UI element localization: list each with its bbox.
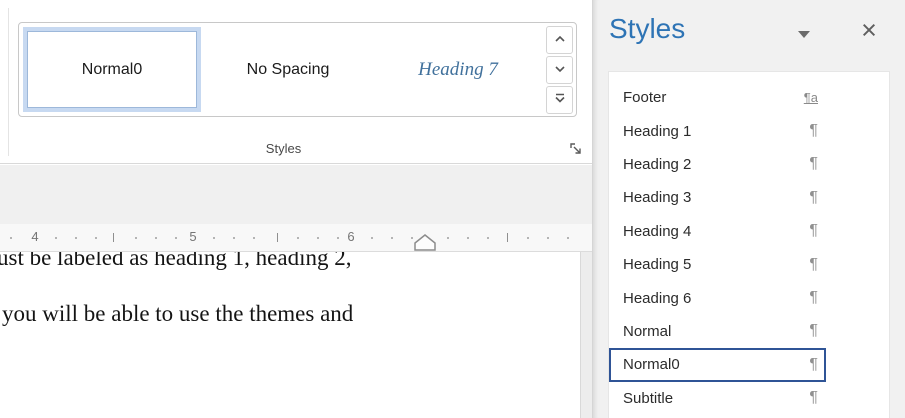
style-list-item-heading-4[interactable]: Heading 4 ¶ (609, 215, 826, 248)
ruler-dot-tick (135, 237, 137, 239)
style-list-item-footer[interactable]: Footer ¶a (609, 81, 826, 114)
styles-dialog-launcher-button[interactable] (569, 142, 585, 158)
ruler-dot-tick (75, 237, 77, 239)
paragraph-style-icon: ¶ (809, 356, 818, 374)
gallery-item-label: Normal0 (82, 61, 142, 79)
ruler-dot-tick (175, 237, 177, 239)
document-text-line: ust be labeled as heading 1, heading 2, (0, 252, 351, 272)
styles-task-pane: Styles × Footer¶aHeading 1¶Heading 2¶Hea… (592, 0, 905, 418)
ruler-dot-tick (213, 237, 215, 239)
paragraph-style-icon: ¶ (809, 289, 818, 307)
gallery-item-heading7[interactable]: Heading 7 (373, 23, 543, 116)
style-name: Footer (609, 89, 666, 106)
ruler-dot-tick (297, 237, 299, 239)
ruler-dot-tick (95, 237, 97, 239)
ribbon-group-separator (8, 8, 9, 156)
styles-pane-title: Styles (609, 13, 685, 45)
style-list-item-heading-2[interactable]: Heading 2 ¶ (609, 148, 826, 181)
ruler-inch-label: 6 (347, 229, 354, 244)
style-name: Heading 1 (609, 123, 691, 140)
style-name: Normal (609, 323, 671, 340)
style-list-item-heading-3[interactable]: Heading 3 ¶ (609, 181, 826, 214)
vertical-scrollbar-track[interactable] (580, 252, 592, 418)
paragraph-style-icon: ¶ (809, 189, 818, 207)
ribbon-styles-group: Normal0 No Spacing Heading 7 (0, 0, 592, 164)
ruler-dot-tick (55, 237, 57, 239)
chevron-up-icon (553, 31, 567, 49)
ruler-dot-tick (155, 237, 157, 239)
style-name: Subtitle (609, 390, 673, 407)
style-list-item-subtitle[interactable]: Subtitle ¶ (609, 382, 826, 415)
ruler-dot-tick (337, 237, 339, 239)
pane-options-button[interactable] (791, 22, 817, 46)
gallery-more-icon (553, 91, 567, 109)
gallery-item-label: Heading 7 (418, 59, 498, 81)
paragraph-style-icon: ¶ (809, 222, 818, 240)
chevron-down-icon (553, 61, 567, 79)
horizontal-ruler: 4 5 6 (0, 224, 592, 252)
ruler-half-tick (507, 233, 508, 242)
paragraph-style-icon: ¶ (809, 155, 818, 173)
close-icon: × (861, 15, 877, 45)
gallery-scroll-up-button[interactable] (546, 26, 573, 54)
ruler-dot-tick (371, 237, 373, 239)
document-text-line: you will be able to use the themes and (2, 300, 353, 328)
style-name: Normal0 (609, 356, 680, 373)
style-list-item-normal0[interactable]: Normal0 ¶ (609, 348, 826, 381)
paragraph-style-icon: ¶ (809, 389, 818, 407)
gallery-more-button[interactable] (546, 86, 573, 114)
ruler-half-tick (113, 233, 114, 242)
style-name: Heading 6 (609, 290, 691, 307)
gallery-item-no-spacing[interactable]: No Spacing (203, 23, 373, 116)
ruler-dot-tick (447, 237, 449, 239)
ruler-dot-tick (233, 237, 235, 239)
style-list-item-heading-1[interactable]: Heading 1 ¶ (609, 114, 826, 147)
paragraph-style-icon: ¶ (809, 122, 818, 140)
ribbon-group-label: Styles (266, 141, 301, 156)
chevron-down-icon (798, 31, 810, 38)
paragraph-style-icon: ¶ (809, 322, 818, 340)
ruler-dot-tick (317, 237, 319, 239)
word-window: Normal0 No Spacing Heading 7 (0, 0, 905, 418)
style-list-item-heading-6[interactable]: Heading 6 ¶ (609, 281, 826, 314)
ruler-dot-tick (567, 237, 569, 239)
styles-list: Footer¶aHeading 1¶Heading 2¶Heading 3¶He… (608, 71, 890, 418)
ruler-dot-tick (10, 237, 12, 239)
ruler-dot-tick (527, 237, 529, 239)
styles-gallery: Normal0 No Spacing Heading 7 (18, 22, 577, 117)
style-name: Heading 2 (609, 156, 691, 173)
document-side: Normal0 No Spacing Heading 7 (0, 0, 592, 418)
document-canvas[interactable]: ust be labeled as heading 1, heading 2, … (0, 252, 580, 418)
style-name: Heading 3 (609, 189, 691, 206)
styles-gallery-items: Normal0 No Spacing Heading 7 (19, 23, 543, 116)
pane-close-button[interactable]: × (855, 14, 883, 46)
ruler-half-tick (277, 233, 278, 242)
dialog-launcher-arrow-icon (569, 143, 583, 160)
ruler-dot-tick (411, 237, 413, 239)
gallery-scroll-down-button[interactable] (546, 56, 573, 84)
ruler-dot-tick (391, 237, 393, 239)
gallery-item-label: No Spacing (247, 61, 330, 79)
ruler-dot-tick (487, 237, 489, 239)
ruler-dot-tick (467, 237, 469, 239)
gallery-item-normal0[interactable]: Normal0 (23, 27, 201, 112)
style-list-item-heading-5[interactable]: Heading 5 ¶ (609, 248, 826, 281)
ruler-inch-label: 5 (189, 229, 196, 244)
ruler-dot-tick (547, 237, 549, 239)
right-indent-marker[interactable] (414, 234, 436, 256)
ruler-inch-label: 4 (31, 229, 38, 244)
ribbon-lower-strip (0, 165, 592, 224)
style-name: Heading 5 (609, 256, 691, 273)
ruler-dot-tick (253, 237, 255, 239)
paragraph-style-icon: ¶ (809, 256, 818, 274)
linked-paragraph-style-icon: ¶a (804, 90, 818, 105)
style-list-item-normal[interactable]: Normal ¶ (609, 315, 826, 348)
ribbon-group-label-row: Styles (0, 140, 567, 158)
style-name: Heading 4 (609, 223, 691, 240)
gallery-scroll-buttons (544, 24, 575, 116)
